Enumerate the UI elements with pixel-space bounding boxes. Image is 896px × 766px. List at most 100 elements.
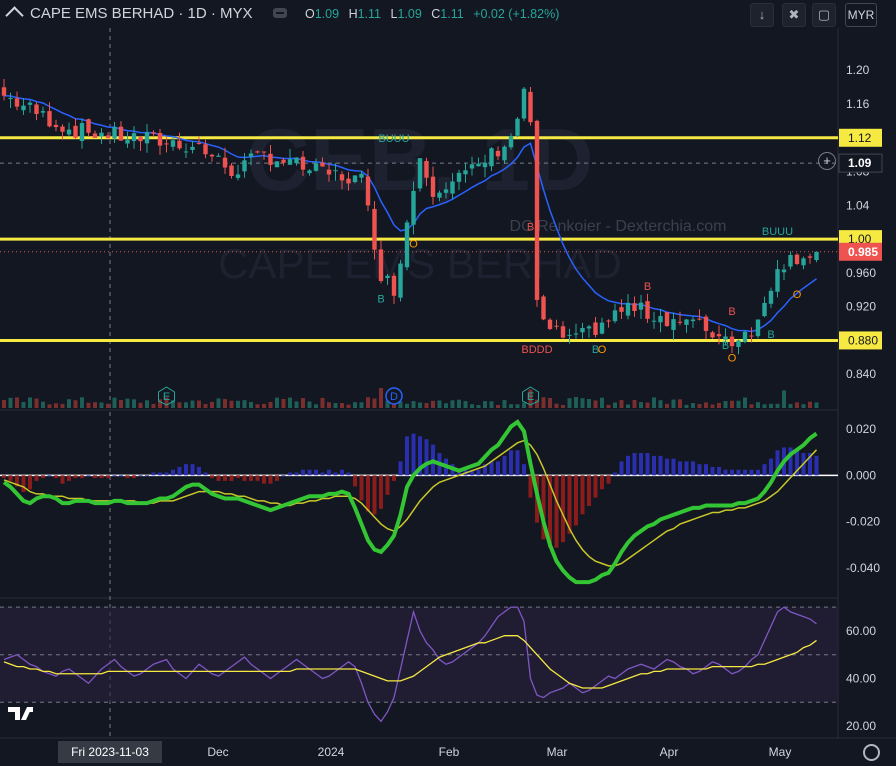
signal-label: B [722, 340, 729, 352]
candle-body [40, 111, 46, 113]
volume-bar [749, 404, 754, 408]
candle-body [164, 143, 169, 145]
macd-histogram-bar [554, 475, 559, 548]
watermark-name: CAPE EMS BERHAD [218, 240, 622, 287]
macd-histogram-bar [47, 475, 52, 477]
volume-bar [190, 400, 195, 408]
volume-bar [561, 404, 565, 408]
candle-body [567, 334, 572, 336]
volume-bar [489, 401, 494, 408]
volume-bar [236, 400, 240, 408]
volume-bar [639, 402, 643, 408]
candle-body [814, 251, 819, 260]
volume-bar [567, 398, 572, 408]
macd-histogram-bar [151, 472, 156, 476]
macd-histogram-bar [645, 453, 650, 476]
volume-bar [814, 402, 819, 408]
macd-line [2, 419, 818, 585]
level-price-text: 0.880 [848, 333, 878, 347]
candle-body [521, 88, 527, 119]
macd-histogram-bar [268, 475, 273, 484]
macd-histogram-bar [294, 472, 299, 476]
hide-legend-icon[interactable] [273, 8, 287, 18]
candle-body [443, 189, 449, 193]
candle-body [807, 256, 813, 258]
candle-body [313, 163, 319, 171]
scroll-down-icon[interactable]: ↓ [750, 3, 774, 27]
fullscreen-icon[interactable]: ▢ [812, 3, 836, 27]
volume-bar [574, 397, 578, 408]
add-alert-plus-icon[interactable]: + [818, 152, 836, 170]
volume-bar [223, 399, 227, 408]
candle-body [736, 340, 741, 347]
macd-histogram-bar [704, 464, 708, 476]
volume-bar [294, 401, 299, 408]
candle-body [619, 307, 624, 312]
candle-body [593, 322, 598, 335]
candle-body [398, 263, 403, 298]
time-tick: Dec [207, 745, 228, 759]
candle-body [248, 153, 254, 157]
volume-bar [756, 402, 760, 408]
volume-bar [210, 401, 214, 408]
volume-bar [788, 404, 793, 408]
macd-histogram-bar [288, 472, 292, 476]
candle-body [378, 249, 384, 281]
macd-histogram-bar [756, 469, 760, 476]
price-tick: 1.20 [846, 63, 870, 77]
candle-body [300, 156, 306, 170]
macd-histogram-bar [684, 461, 689, 476]
symbol-title[interactable]: CAPE EMS BERHAD · 1D · MYX [30, 5, 253, 22]
event-marker-label: E [527, 391, 534, 403]
macd-histogram-bar [639, 453, 643, 476]
volume-bar [60, 403, 65, 408]
volume-bar [216, 398, 221, 408]
open-value: 1.09 [314, 7, 340, 21]
macd-histogram-bar [515, 450, 520, 476]
macd-histogram-bar [80, 475, 84, 479]
signal-label: B [767, 329, 774, 341]
price-label-text: 1.09 [848, 156, 872, 170]
candle-body [417, 158, 423, 189]
volume-bar [782, 390, 786, 408]
macd-histogram-bar [119, 475, 123, 477]
macd-histogram-bar [587, 475, 591, 506]
candle-body [66, 129, 72, 135]
macd-histogram-bar [2, 475, 6, 479]
signal-label: O [728, 353, 737, 365]
candle-body [482, 162, 488, 168]
currency-button[interactable]: MYR [845, 3, 877, 27]
volume-bar [372, 398, 377, 408]
volume-bar [626, 404, 630, 408]
volume-bar [41, 401, 45, 408]
volume-bar [463, 401, 468, 408]
price-tick: 0.960 [846, 266, 876, 280]
settings-gear-icon[interactable] [863, 744, 880, 761]
macd-histogram-bar [106, 475, 110, 479]
volume-bar [301, 398, 305, 408]
rsi-tick: 20.00 [846, 719, 876, 733]
macd-histogram-bar [54, 475, 58, 479]
candle-body [190, 146, 195, 150]
volume-bar [541, 397, 546, 408]
change-value: +0.02 (+1.82%) [473, 7, 560, 21]
high-value: 1.11 [357, 7, 381, 21]
macd-histogram-bar [41, 475, 45, 479]
macd-histogram-bar [671, 458, 676, 476]
macd-histogram-bar [242, 475, 247, 481]
low-value: 1.09 [397, 7, 422, 21]
candle-body [34, 104, 39, 114]
candle-body [612, 310, 618, 322]
rsi-tick: 60.00 [846, 624, 876, 638]
candle-body [495, 150, 501, 157]
maximize-icon[interactable]: ✖ [782, 3, 806, 27]
chart-canvas[interactable]: CEB, 1DCAPE EMS BERHADDC Renkoier - Dext… [0, 0, 896, 766]
volume-bar [496, 404, 500, 408]
candle-body [183, 151, 189, 153]
volume-bar [808, 401, 812, 408]
volume-bar [392, 404, 396, 408]
crosshair-date-label: Fri 2023-11-03 [71, 745, 149, 759]
open-key: O [305, 7, 315, 21]
candle-body [749, 335, 754, 337]
collapse-chevron-icon[interactable] [5, 6, 24, 25]
